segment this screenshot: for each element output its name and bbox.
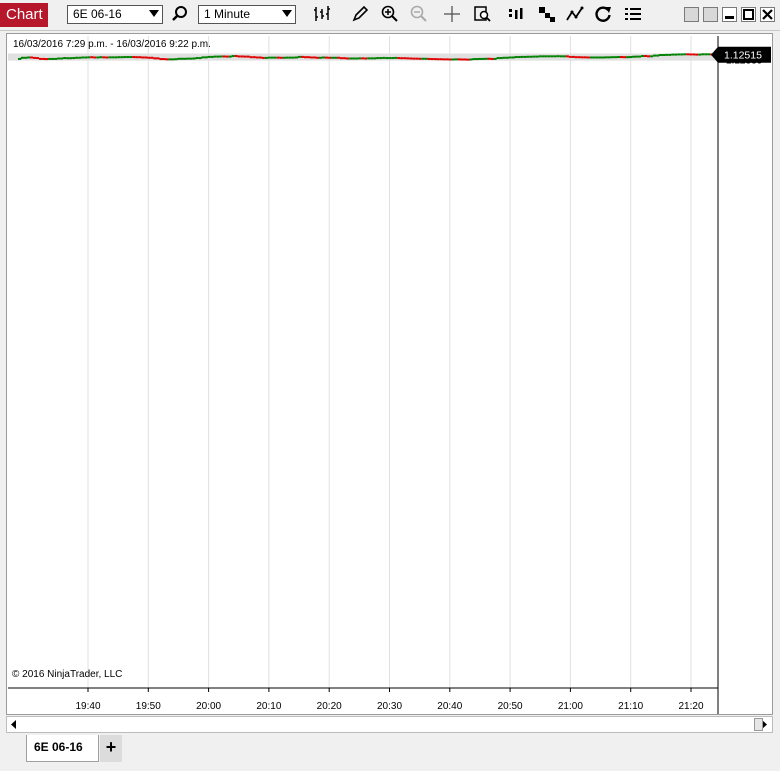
ohlc-bar [42,57,49,61]
ohlc-bar [228,55,235,58]
x-tick-label: 20:30 [377,701,402,712]
ohlc-bar [174,57,181,61]
ohlc-bar [30,56,37,59]
ohlc-bar [698,53,705,56]
price-chart[interactable]: 1.125401.125301.125201.125101.125001.124… [0,0,780,771]
x-tick-label: 20:10 [256,701,281,712]
ohlc-bar [662,53,669,57]
ohlc-bar [493,57,500,60]
ohlc-bar [565,55,572,58]
current-price-marker: 1.12515 [711,46,771,63]
ohlc-bar [216,55,223,58]
x-tick-label: 20:50 [498,701,523,712]
x-tick-label: 20:00 [196,701,221,712]
ohlc-bar [90,56,97,59]
copyright-label: © 2016 NinjaTrader, LLC [12,669,123,680]
ohlc-bar [192,57,199,60]
ohlc-bar [204,55,211,59]
ohlc-bar [234,55,241,58]
x-tick-label: 21:00 [558,701,583,712]
chart-date-range: 16/03/2016 7:29 p.m. - 16/03/2016 9:22 p… [13,39,211,50]
ohlc-bar [674,53,681,56]
chart-grid [8,36,718,688]
instrument-tab-bar: 6E 06-16 + [0,735,780,771]
tab-6e-06-16[interactable]: 6E 06-16 [26,735,99,762]
x-tick-label: 20:40 [437,701,462,712]
scroll-thumb[interactable] [754,718,763,731]
ohlc-bar [156,57,163,61]
ohlc-bar [264,56,271,59]
ohlc-bar [36,57,43,60]
x-tick-label: 20:20 [317,701,342,712]
ohlc-bar [96,56,103,59]
ohlc-bar [294,55,301,59]
x-tick-label: 21:20 [678,701,703,712]
ohlc-bar [246,55,253,59]
ohlc-bar [650,54,657,58]
scroll-left-icon[interactable] [9,717,19,732]
time-axis: 19:40 19:50 20:00 20:10 20:20 20:30 20:40 20:50… [8,687,718,712]
ohlc-bar [222,55,229,58]
ohlc-bar [258,56,265,59]
ohlc-bar [337,56,344,60]
x-tick-label: 21:10 [618,701,643,712]
ohlc-bar [638,55,645,58]
ohlc-bar [24,56,31,59]
x-tick-label: 19:40 [75,701,100,712]
x-tick-label: 19:50 [136,701,161,712]
horizontal-scrollbar[interactable] [6,716,773,733]
ohlc-bar [319,56,325,59]
ohlc-bar [60,57,67,60]
ohlc-bar [373,57,380,60]
ohlc-bar [198,56,205,60]
ohlc-bar [210,55,217,58]
plus-icon: + [105,737,117,757]
ohlc-bar [150,56,157,60]
ohlc-bar [499,56,506,60]
ohlc-bar [656,54,663,57]
ohlc-bar [312,56,319,59]
ohlc-bar [162,58,169,61]
ohlc-bar [54,57,61,60]
add-tab-button[interactable]: + [100,735,122,762]
ohlc-bar [511,56,518,59]
price-axis: 1.125401.125301.125201.125101.125001.124… [717,36,763,714]
ohlc-bar [517,55,524,59]
current-price-label: 1.12515 [724,50,762,62]
ohlc-bar [668,53,675,56]
ohlc-bar [186,57,193,60]
